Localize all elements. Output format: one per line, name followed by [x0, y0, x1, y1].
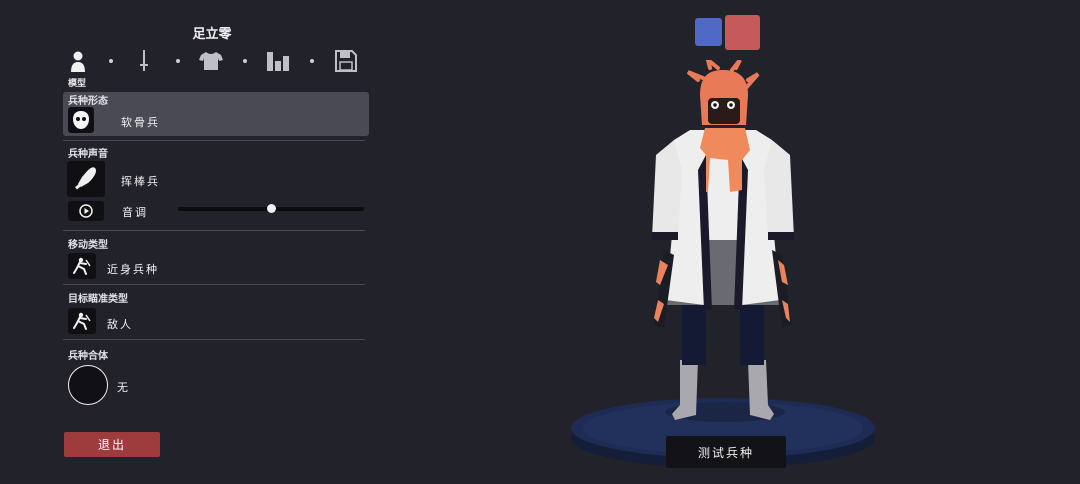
section-label-targeting: 目标瞄准类型 [68, 294, 128, 305]
team-blue-swatch[interactable] [695, 18, 722, 46]
melee-icon [73, 257, 91, 275]
divider [63, 284, 365, 285]
combine-value: 无 [117, 381, 130, 394]
unit-form-value: 软骨兵 [121, 116, 160, 129]
shirt-icon [199, 52, 223, 70]
skull-icon [73, 111, 89, 129]
unit-preview[interactable] [560, 60, 890, 480]
tab-model-label: 模型 [68, 79, 87, 89]
tab-stats[interactable] [265, 48, 291, 74]
divider [63, 230, 365, 231]
pitch-slider-handle[interactable] [266, 204, 276, 213]
person-icon [71, 51, 85, 72]
target-melee-icon [73, 312, 91, 330]
tab-separator-dot [243, 59, 247, 63]
play-icon [79, 204, 93, 218]
target-type-value: 敌人 [107, 318, 133, 331]
unit-name-title: 足立零 [192, 27, 232, 42]
combine-unit-slot[interactable] [68, 365, 108, 405]
tab-save[interactable] [333, 48, 359, 74]
targeting-selector[interactable] [68, 308, 96, 334]
save-icon [335, 50, 357, 72]
exit-button[interactable]: 退出 [64, 432, 160, 457]
voice-selector[interactable] [67, 161, 105, 197]
bars-icon [267, 52, 289, 71]
section-label-movement: 移动类型 [68, 240, 108, 251]
divider [63, 140, 365, 141]
movement-selector[interactable] [68, 253, 96, 279]
tab-separator-dot [176, 59, 180, 63]
tab-weapons[interactable] [131, 48, 157, 74]
team-red-swatch[interactable] [725, 15, 760, 50]
section-label-form: 兵种形态 [68, 96, 108, 107]
section-label-combine: 兵种合体 [68, 351, 108, 362]
section-label-voice: 兵种声音 [68, 149, 108, 160]
tab-clothing[interactable] [198, 48, 224, 74]
club-icon [75, 167, 97, 190]
form-icon-box [68, 107, 94, 133]
unit-voice-value: 挥棒兵 [121, 175, 160, 188]
movement-type-value: 近身兵种 [107, 263, 159, 276]
tab-model[interactable] [65, 48, 91, 74]
tab-separator-dot [109, 59, 113, 63]
test-unit-button[interactable]: 测试兵种 [666, 436, 786, 468]
unit-form-selector[interactable] [63, 92, 369, 136]
play-voice-button[interactable] [68, 201, 104, 221]
tab-separator-dot [310, 59, 314, 63]
divider [63, 339, 365, 340]
pitch-label: 音调 [122, 206, 148, 219]
sword-icon [140, 50, 148, 71]
